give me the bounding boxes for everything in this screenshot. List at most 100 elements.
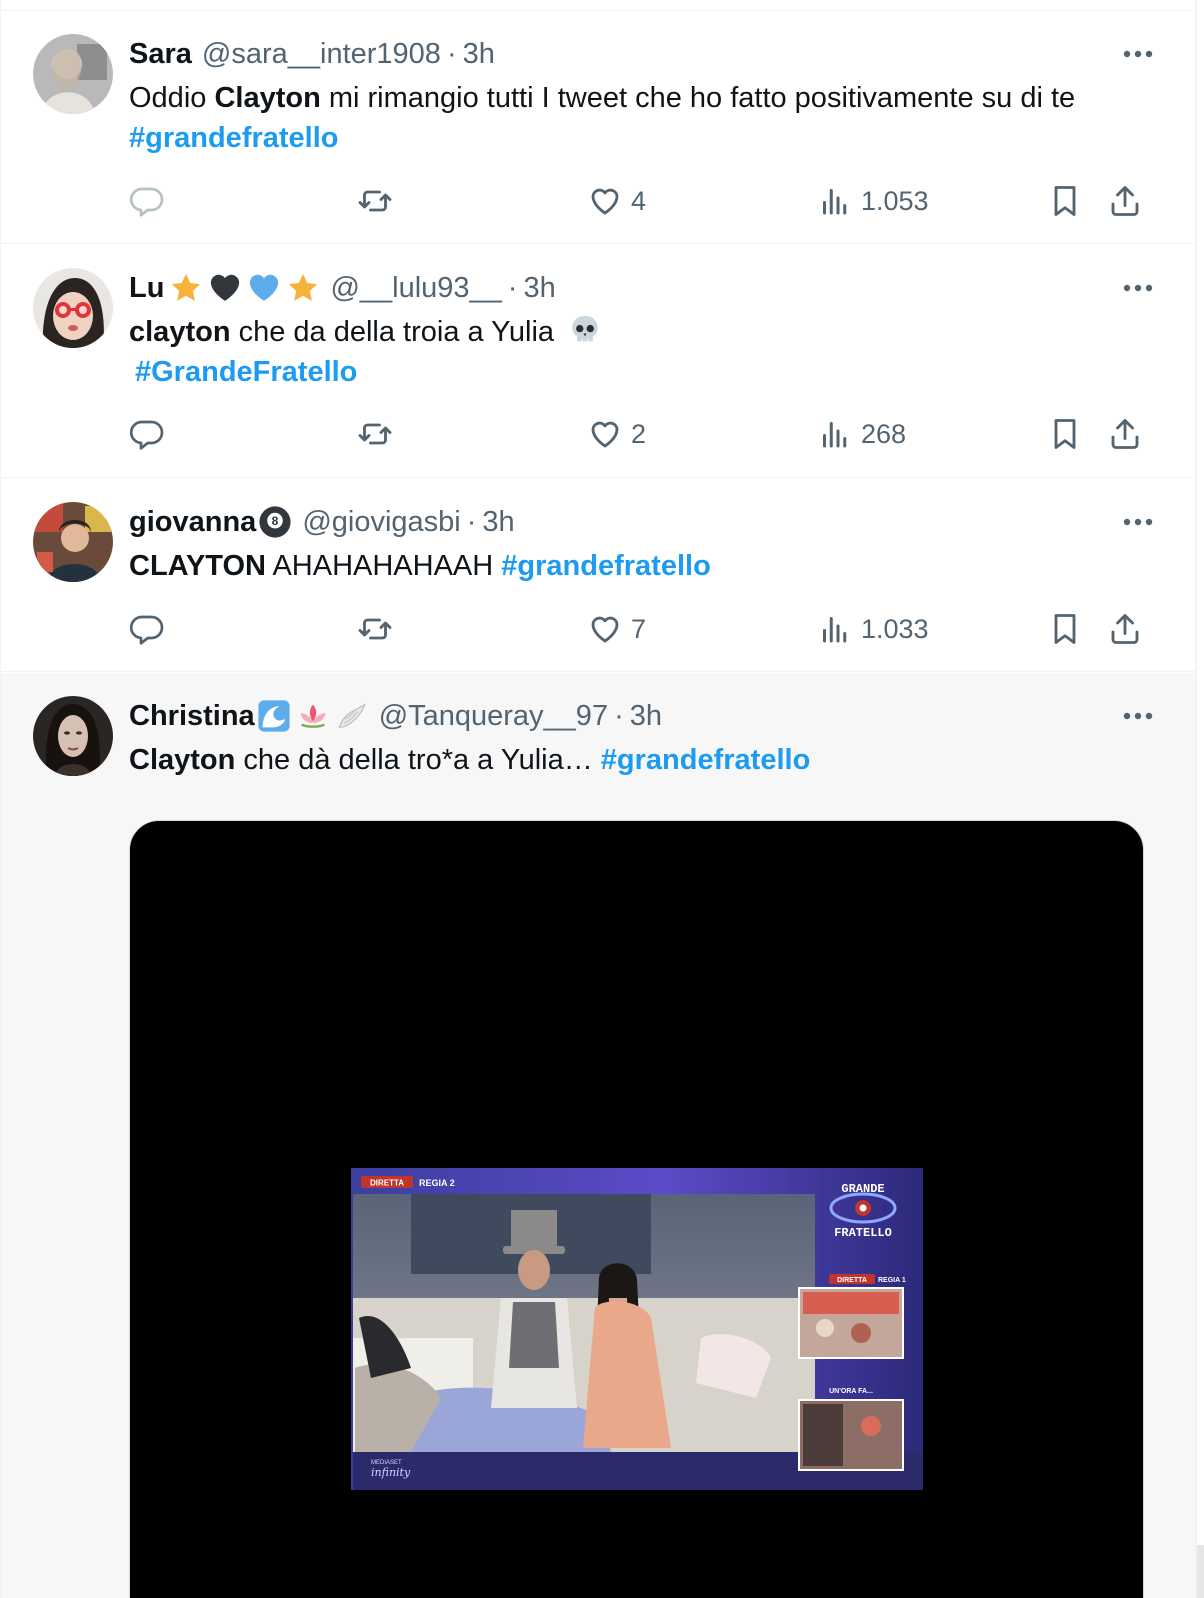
tweet-actions: 2 268 (129, 414, 1159, 454)
separator-dot: · (466, 505, 477, 538)
bookmark-icon (1054, 419, 1076, 449)
video-thumbnail: DIRETTA REGIA 2 GRANDE FRATELLO DIRETTA … (351, 1168, 923, 1490)
wing-emoji-icon (338, 703, 366, 728)
retweet-button[interactable] (357, 414, 393, 454)
like-icon (591, 188, 619, 215)
tweet-text: clayton che da della troia a Yulia #Gran… (129, 312, 1138, 392)
scrollbar[interactable] (1197, 1545, 1204, 1598)
share-button[interactable] (1107, 181, 1143, 221)
separator-dot: · (614, 699, 624, 732)
display-name[interactable]: Lu (129, 272, 164, 305)
view-count: 1.033 (861, 613, 929, 644)
retweet-icon (358, 618, 392, 640)
retweet-button[interactable] (357, 181, 393, 221)
skull-emoji-icon (572, 315, 598, 342)
view-count: 268 (861, 418, 907, 449)
timestamp[interactable]: 3h (630, 700, 662, 733)
more-icon[interactable] (1120, 36, 1156, 72)
avatar[interactable] (33, 502, 113, 582)
video-player[interactable]: DIRETTA REGIA 2 GRANDE FRATELLO DIRETTA … (129, 820, 1144, 1598)
text-bold: clayton (129, 316, 231, 348)
live-label-small: DIRETTA (837, 1277, 867, 1284)
share-button[interactable] (1107, 414, 1143, 454)
like-count: 2 (631, 418, 647, 449)
avatar[interactable] (33, 696, 113, 776)
video-frame[interactable]: DIRETTA REGIA 2 GRANDE FRATELLO DIRETTA … (351, 1168, 923, 1490)
tweet-text: CLAYTON AHAHAHAHAAH #grandefratello (129, 546, 1138, 586)
share-icon (1111, 186, 1139, 216)
tweet-actions: 7 1.033 (129, 609, 1159, 649)
share-button[interactable] (1107, 609, 1143, 649)
text-part: AHAHAHAHAAH (265, 550, 502, 582)
reply-button[interactable] (129, 414, 165, 454)
views-icon (823, 422, 847, 448)
more-icon[interactable] (1120, 698, 1156, 734)
8-ball-emoji-icon: 8 (259, 506, 291, 538)
tweet-header: Sara @sara__inter1908 · 3h (129, 36, 495, 72)
bookmark-icon (1054, 614, 1076, 644)
avatar[interactable] (33, 34, 113, 114)
like-button[interactable]: 2 (587, 414, 646, 454)
svg-text:8: 8 (272, 514, 279, 528)
views-button[interactable]: 268 (817, 414, 906, 454)
tweet-giovanna[interactable]: giovanna 8 @giovigasbi · 3h CLAYTON AHAH… (1, 479, 1195, 672)
share-icon (1111, 614, 1139, 644)
hashtag-link[interactable]: #grandefratello (601, 744, 811, 776)
tweet-sara[interactable]: Sara @sara__inter1908 · 3h Oddio Clayton… (1, 12, 1195, 244)
text-part: che dà della tro*a a Yulia… (235, 744, 601, 776)
views-icon (823, 617, 847, 643)
infinity-label: infinity (371, 1466, 411, 1479)
retweet-icon (358, 423, 392, 445)
views-icon (823, 189, 847, 215)
display-name[interactable]: Christina (129, 700, 255, 733)
star-emoji-icon (289, 273, 318, 301)
tweet-header: Lu @__lulu93__ · 3h (129, 270, 556, 306)
more-icon[interactable] (1120, 504, 1156, 540)
more-icon[interactable] (1120, 270, 1156, 306)
tweet-lu[interactable]: Lu @__lulu93__ · 3h clayton che da della… (1, 245, 1195, 478)
timestamp[interactable]: 3h (463, 38, 495, 71)
timestamp[interactable]: 3h (523, 272, 555, 305)
lotus-emoji-icon (299, 704, 326, 728)
like-count: 4 (631, 185, 647, 216)
bookmark-icon (1054, 186, 1076, 216)
live-label: DIRETTA (370, 1179, 404, 1188)
retweet-button[interactable] (357, 609, 393, 649)
reply-button[interactable] (129, 609, 165, 649)
avatar[interactable] (33, 268, 113, 348)
display-name[interactable]: giovanna (129, 506, 256, 539)
user-handle[interactable]: @Tanqueray__97 (379, 700, 608, 733)
reply-button[interactable] (129, 181, 165, 221)
text-part: che da della troia a Yulia (230, 316, 555, 348)
views-button[interactable]: 1.053 (817, 181, 929, 221)
user-handle[interactable]: @giovigasbi (302, 506, 460, 539)
views-button[interactable]: 1.033 (817, 609, 929, 649)
unora-label: UN'ORA FA... (829, 1388, 873, 1395)
hashtag-link[interactable]: #grandefratello (501, 550, 711, 582)
tweet-header: Christina @Tanqueray__97 · 3h (129, 698, 662, 734)
bookmark-button[interactable] (1047, 609, 1083, 649)
text-bold: Clayton (129, 744, 236, 776)
text-bold: CLAYTON (129, 550, 266, 582)
black-heart-emoji-icon (211, 274, 240, 301)
tweet-text: Oddio Clayton mi rimangio tutti I tweet … (129, 78, 1138, 158)
user-handle[interactable]: @__lulu93__ (330, 272, 501, 305)
hashtag-link[interactable]: #GrandeFratello (135, 356, 357, 388)
bookmark-button[interactable] (1047, 414, 1083, 454)
view-count: 1.053 (861, 185, 929, 216)
bookmark-button[interactable] (1047, 181, 1083, 221)
like-button[interactable]: 4 (587, 181, 646, 221)
logo-line2: FRATELLO (834, 1226, 892, 1240)
display-name[interactable]: Sara (129, 38, 192, 71)
hashtag-link[interactable]: #grandefratello (129, 122, 339, 154)
like-button[interactable]: 7 (587, 609, 646, 649)
regia1-label: REGIA 1 (878, 1277, 906, 1284)
star-emoji-icon (172, 273, 201, 301)
regia2-label: REGIA 2 (419, 1178, 455, 1188)
timestamp[interactable]: 3h (482, 506, 514, 539)
reply-icon (129, 187, 164, 217)
wave-emoji-icon (258, 700, 290, 732)
user-handle[interactable]: @sara__inter1908 (202, 38, 441, 71)
share-icon (1111, 419, 1139, 449)
retweet-icon (358, 190, 392, 212)
